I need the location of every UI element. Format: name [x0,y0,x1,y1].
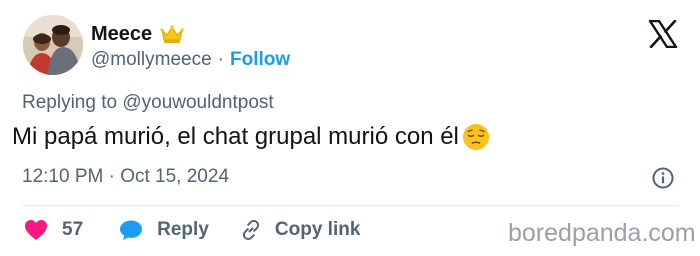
replying-to: Replying to @youwouldntpost [22,92,274,114]
watermark-text: boredpanda.com [508,219,696,247]
speech-bubble-icon [120,220,143,240]
x-logo-icon[interactable] [648,19,678,49]
author-display-name[interactable]: Meece [91,23,152,46]
reply-mention-link[interactable]: @youwouldntpost [122,92,273,113]
reply-label: Reply [157,219,209,240]
author-name-row: Meece [91,22,184,46]
tweet-timestamp[interactable]: 12:10 PM · Oct 15, 2024 [22,166,229,188]
heart-icon [25,220,47,240]
action-bar: 57 Reply Copy link [24,216,360,244]
info-icon[interactable] [651,166,675,190]
like-count: 57 [62,219,84,240]
replying-prefix: Replying to [22,92,118,113]
divider [22,205,678,206]
avatar-photo [23,15,83,75]
crown-icon [160,24,184,44]
dot-separator: · [217,49,224,70]
copy-link-button[interactable]: Copy link [239,218,361,242]
copy-link-label: Copy link [274,219,361,240]
link-icon [242,219,259,241]
tweet-text: Mi papá murió, el chat grupal murió con … [12,123,459,150]
tweet-body: Mi papá murió, el chat grupal murió con … [12,122,491,152]
avatar[interactable] [23,15,83,75]
pensive-face-emoji [461,122,491,152]
author-handle-row: @mollymeece · Follow [91,48,290,72]
reply-button[interactable]: Reply [119,219,209,241]
follow-button[interactable]: Follow [230,49,290,71]
like-button[interactable]: 57 [24,219,83,241]
tweet-card: Meece @mollymeece · Follow Replying to @… [0,0,700,256]
author-handle[interactable]: @mollymeece [91,49,212,71]
